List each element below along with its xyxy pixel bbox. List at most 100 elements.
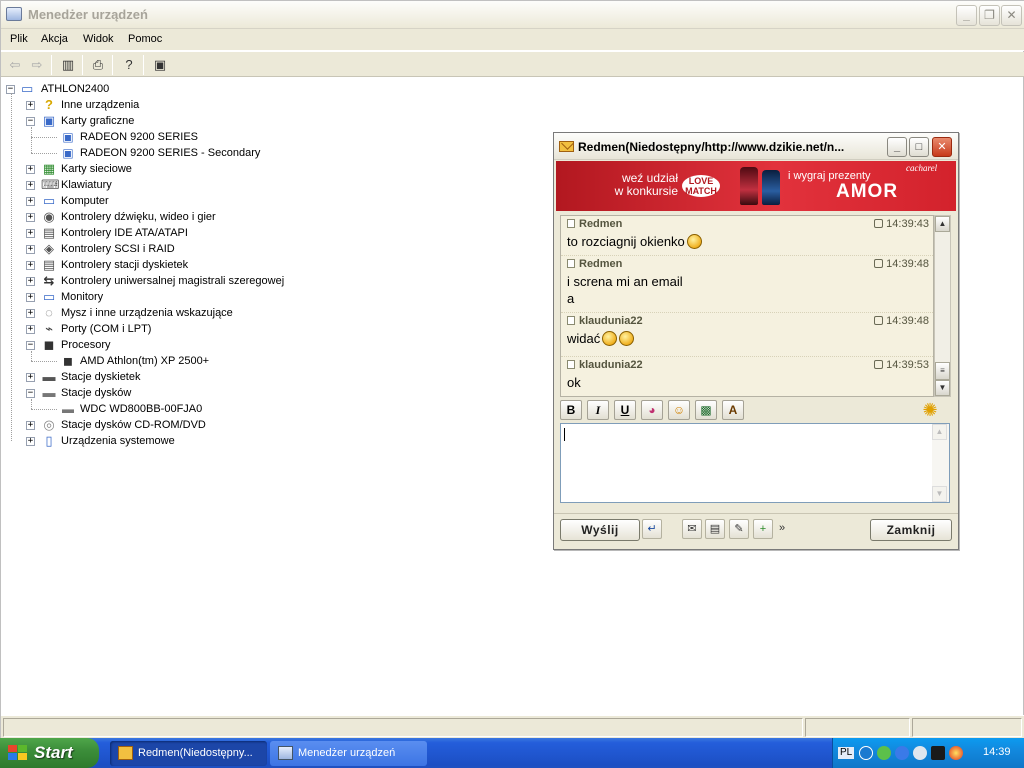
minimize-button[interactable]: _ — [956, 5, 977, 26]
edit-icon[interactable]: ✎ — [729, 519, 749, 539]
underline-button[interactable]: U — [614, 400, 636, 420]
tree-category[interactable]: + ⇆ Kontrolery uniwersalnej magistrali sze… — [1, 273, 401, 289]
chat-maximize-button[interactable]: □ — [909, 137, 929, 157]
tree-category[interactable]: + ▤ Kontrolery stacji dyskietek — [1, 257, 401, 273]
tree-device[interactable]: ▣ RADEON 9200 SERIES - Secondary — [1, 145, 401, 161]
tree-category[interactable]: + ◈ Kontrolery SCSI i RAID — [1, 241, 401, 257]
collapse-toggle-icon[interactable]: − — [26, 117, 35, 126]
start-button[interactable]: Start — [0, 738, 99, 768]
menu-bar: Plik Akcja Widok Pomoc — [1, 29, 1024, 51]
tree-category[interactable]: + ⌨ Klawiatury — [1, 177, 401, 193]
restore-button[interactable]: ❐ — [979, 5, 1000, 26]
ad-banner[interactable]: weź udział w konkursie LOVE MATCH i wygraj… — [556, 161, 956, 211]
expand-toggle-icon[interactable]: + — [26, 293, 35, 302]
close-button[interactable]: ✕ — [1001, 5, 1022, 26]
messenger-icon[interactable] — [895, 746, 909, 760]
expand-toggle-icon[interactable]: + — [26, 421, 35, 430]
properties-icon[interactable]: ▣ — [149, 55, 171, 75]
show-hidden-icons-chevron-icon[interactable] — [859, 746, 873, 760]
expand-toggle-icon[interactable]: + — [26, 101, 35, 110]
collapse-toggle-icon[interactable]: − — [26, 389, 35, 398]
archive-icon[interactable]: ▤ — [705, 519, 725, 539]
print-icon[interactable]: ⎙ — [87, 55, 109, 75]
send-button[interactable]: Wyślij — [560, 519, 640, 541]
add-contact-icon[interactable]: + — [753, 519, 773, 539]
font-icon[interactable]: A — [722, 400, 744, 420]
chat-close-button[interactable]: ✕ — [932, 137, 952, 157]
expand-toggle-icon[interactable]: + — [26, 165, 35, 174]
color-palette-icon[interactable]: ◕ — [641, 400, 663, 420]
scroll-up-icon[interactable]: ▲ — [935, 216, 950, 232]
scroll-thumb[interactable]: ≡ — [935, 362, 950, 380]
toolbar-separator — [143, 55, 144, 75]
task-device-manager[interactable]: Menedżer urządzeń — [270, 741, 427, 766]
scroll-down-icon[interactable]: ▼ — [935, 380, 950, 396]
tree-category[interactable]: + ▤ Kontrolery IDE ATA/ATAPI — [1, 225, 401, 241]
tree-category[interactable]: + ▭ Monitory — [1, 289, 401, 305]
security-icon[interactable] — [913, 746, 927, 760]
italic-button[interactable]: I — [587, 400, 609, 420]
bold-button[interactable]: B — [560, 400, 582, 420]
back-arrow-icon[interactable]: ⇦ — [4, 55, 26, 75]
history-scrollbar[interactable]: ▲ ≡ ▼ — [934, 215, 951, 397]
tree-category[interactable]: + ◎ Stacje dysków CD-ROM/DVD — [1, 417, 401, 433]
menu-widok[interactable]: Widok — [83, 33, 114, 45]
clock[interactable]: 14:39 — [983, 746, 1011, 758]
image-icon[interactable]: ▩ — [695, 400, 717, 420]
enter-send-toggle-icon[interactable]: ↵ — [642, 519, 662, 539]
show-hide-console-tree-icon[interactable]: ▥ — [57, 55, 79, 75]
expand-toggle-icon[interactable]: + — [26, 197, 35, 206]
expand-toggle-icon[interactable]: + — [26, 213, 35, 222]
emoticon-icon[interactable]: ☺ — [668, 400, 690, 420]
message-input[interactable] — [560, 423, 950, 503]
document-icon — [567, 259, 575, 268]
tree-category[interactable]: + ◉ Kontrolery dźwięku, wideo i gier — [1, 209, 401, 225]
tree-category[interactable]: + ▬ Stacje dyskietek — [1, 369, 401, 385]
sun-tray-icon[interactable] — [949, 746, 963, 760]
expand-toggle-icon[interactable]: + — [26, 373, 35, 382]
app-tray-icon[interactable] — [931, 746, 945, 760]
tree-device[interactable]: ▣ RADEON 9200 SERIES — [1, 129, 401, 145]
expand-toggle-icon[interactable]: + — [26, 245, 35, 254]
file-transfer-icon[interactable]: ✉ — [682, 519, 702, 539]
tree-category[interactable]: +? Inne urządzenia — [1, 97, 401, 113]
expand-toggle-icon[interactable]: + — [26, 325, 35, 334]
more-options-chevron-icon[interactable]: » — [775, 519, 789, 539]
expand-toggle-icon[interactable]: + — [26, 229, 35, 238]
tree-category[interactable]: + ▦ Karty sieciowe — [1, 161, 401, 177]
tree-category[interactable]: + ⌁ Porty (COM i LPT) — [1, 321, 401, 337]
expand-toggle-icon[interactable]: + — [26, 261, 35, 270]
tree-category[interactable]: − ▬ Stacje dysków — [1, 385, 401, 401]
tree-device[interactable]: ◼ AMD Athlon(tm) XP 2500+ — [1, 353, 401, 369]
expand-toggle-icon[interactable]: + — [26, 309, 35, 318]
task-chat-window[interactable]: Redmen(Niedostępny... — [110, 741, 267, 766]
expand-toggle-icon[interactable]: + — [26, 181, 35, 190]
language-indicator[interactable]: PL — [838, 747, 855, 759]
display-adapter-icon: ▣ — [62, 130, 74, 144]
help-icon[interactable]: ? — [118, 55, 140, 75]
close-chat-button[interactable]: Zamknij — [870, 519, 952, 541]
menu-plik[interactable]: Plik — [10, 33, 28, 45]
chat-titlebar[interactable]: Redmen(Niedostępny/http://www.dzikie.net… — [554, 133, 958, 160]
tree-device[interactable]: ▬ WDC WD800BB-00FJA0 — [1, 401, 401, 417]
tree-category[interactable]: + ▭ Komputer — [1, 193, 401, 209]
device-manager-titlebar[interactable]: Menedżer urządzeń _ ❐ ✕ — [1, 1, 1024, 29]
tree-category[interactable]: + ▯ Urządzenia systemowe — [1, 433, 401, 449]
menu-akcja[interactable]: Akcja — [41, 33, 68, 45]
expand-toggle-icon[interactable]: + — [26, 437, 35, 446]
tree-category[interactable]: − ◼ Procesory — [1, 337, 401, 353]
sun-icon[interactable]: ✺ — [920, 400, 940, 420]
tree-root[interactable]: − ▭ ATHLON2400 — [1, 81, 301, 97]
input-scrollbar[interactable]: ▲ ▼ — [932, 424, 949, 502]
forward-arrow-icon[interactable]: ⇨ — [26, 55, 48, 75]
tree-category[interactable]: + ◌ Mysz i inne urządzenia wskazujące — [1, 305, 401, 321]
collapse-toggle-icon[interactable]: − — [26, 341, 35, 350]
expand-toggle-icon[interactable]: + — [26, 277, 35, 286]
tree-category[interactable]: − ▣ Karty graficzne — [1, 113, 401, 129]
chat-minimize-button[interactable]: _ — [887, 137, 907, 157]
scroll-down-icon[interactable]: ▼ — [932, 486, 947, 502]
menu-pomoc[interactable]: Pomoc — [128, 33, 162, 45]
scroll-up-icon[interactable]: ▲ — [932, 424, 947, 440]
network-icon[interactable] — [877, 746, 891, 760]
device-manager-icon — [278, 746, 293, 760]
